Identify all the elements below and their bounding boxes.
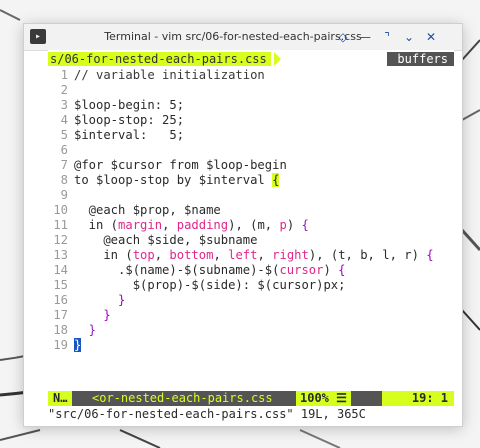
code-line: 14 .$(name)-$(subname)-$(cursor) { [53,263,346,277]
vim-editor[interactable]: s/06-for-nested-each-pairs.css buffers 1… [48,50,454,421]
code-line: 11 in (margin, padding), (m, p) { [53,218,309,232]
code-line: 15 $(prop)-$(side): $(cursor)px; [53,278,346,292]
code-line: 8 to $loop-stop by $interval { [60,173,280,187]
scroll-percent: 100% ☰ [296,391,351,406]
code-line: 7 @for $cursor from $loop-begin [60,158,287,172]
close-icon[interactable]: ✕ [422,29,440,45]
sticky-icon[interactable]: ◇ [334,29,352,45]
code-line: 19} [53,338,82,352]
title-bar[interactable]: ▸ Terminal - vim src/06-for-nested-each-… [24,24,462,51]
code-line: 5 $interval: 5; [60,128,185,142]
code-line: 17 } [53,308,111,322]
code-line: 13 in (top, bottom, left, right), (t, b,… [53,248,434,262]
code-line: 16 } [53,293,126,307]
tab-arrow-icon [274,52,281,66]
cursor-position: 19: 1 [382,391,454,406]
buffers-label[interactable]: buffers [387,52,454,66]
code-line: 4 $loop-stop: 25; [60,113,185,127]
terminal-window: ▸ Terminal - vim src/06-for-nested-each-… [24,24,462,426]
code-line: 18 } [53,323,97,337]
command-line[interactable]: "src/06-for-nested-each-pairs.css" 19L, … [48,407,366,422]
status-line: N… <or-nested-each-pairs.css 100% ☰ 19: … [48,391,454,406]
mode-indicator: N… [48,391,73,406]
code-line: 12 @each $side, $subname [53,233,258,247]
status-filename: <or-nested-each-pairs.css [92,391,273,405]
current-tab[interactable]: s/06-for-nested-each-pairs.css [48,52,271,66]
code-line: 3 $loop-begin: 5; [60,98,185,112]
code-line: 6 [60,143,68,157]
expand-icon[interactable]: ⌄ [400,29,418,45]
code-line: 9 [60,188,68,202]
text-cursor: } [74,338,82,352]
tabline: s/06-for-nested-each-pairs.css buffers [48,50,454,68]
maximize-icon[interactable]: ⌝ [378,29,396,45]
code-line: 10 @each $prop, $name [53,203,221,217]
code-line: 2 [60,83,68,97]
minimize-icon[interactable]: — [356,29,374,45]
code-line: 1// variable initialization [60,68,265,82]
